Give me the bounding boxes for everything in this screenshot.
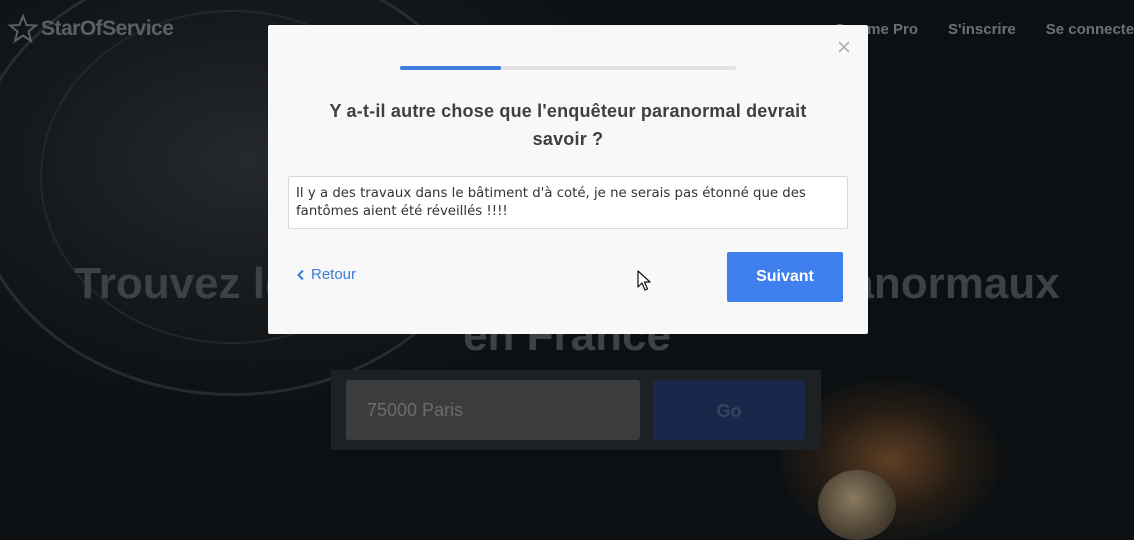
- star-logo-icon: [8, 14, 38, 44]
- back-label: Retour: [311, 266, 357, 283]
- mouse-cursor-icon: [637, 270, 651, 291]
- nav-item-login[interactable]: Se connecter: [1046, 21, 1134, 38]
- location-search-input[interactable]: 75000 Paris: [346, 380, 640, 440]
- question-modal: Y a-t-il autre chose que l'enquêteur par…: [268, 25, 868, 334]
- progress-bar-fill: [400, 66, 501, 70]
- search-go-button[interactable]: Go: [653, 380, 805, 440]
- back-link[interactable]: Retour: [296, 266, 356, 283]
- logo-text: StarOfService: [41, 17, 174, 40]
- background-orb: [818, 470, 896, 540]
- logo[interactable]: StarOfService: [8, 14, 174, 44]
- answer-textarea[interactable]: Il y a des travaux dans le bâtiment d'à …: [288, 176, 848, 229]
- chevron-left-icon: [297, 269, 304, 280]
- next-button[interactable]: Suivant: [727, 252, 843, 302]
- top-nav: Comme Pro S'inscrire Se connecter: [834, 21, 1134, 38]
- nav-item-signup[interactable]: S'inscrire: [948, 21, 1016, 38]
- close-icon[interactable]: [837, 40, 851, 54]
- search-bar: 75000 Paris Go: [331, 370, 821, 450]
- question-title: Y a-t-il autre chose que l'enquêteur par…: [329, 101, 807, 149]
- progress-bar: [400, 66, 736, 70]
